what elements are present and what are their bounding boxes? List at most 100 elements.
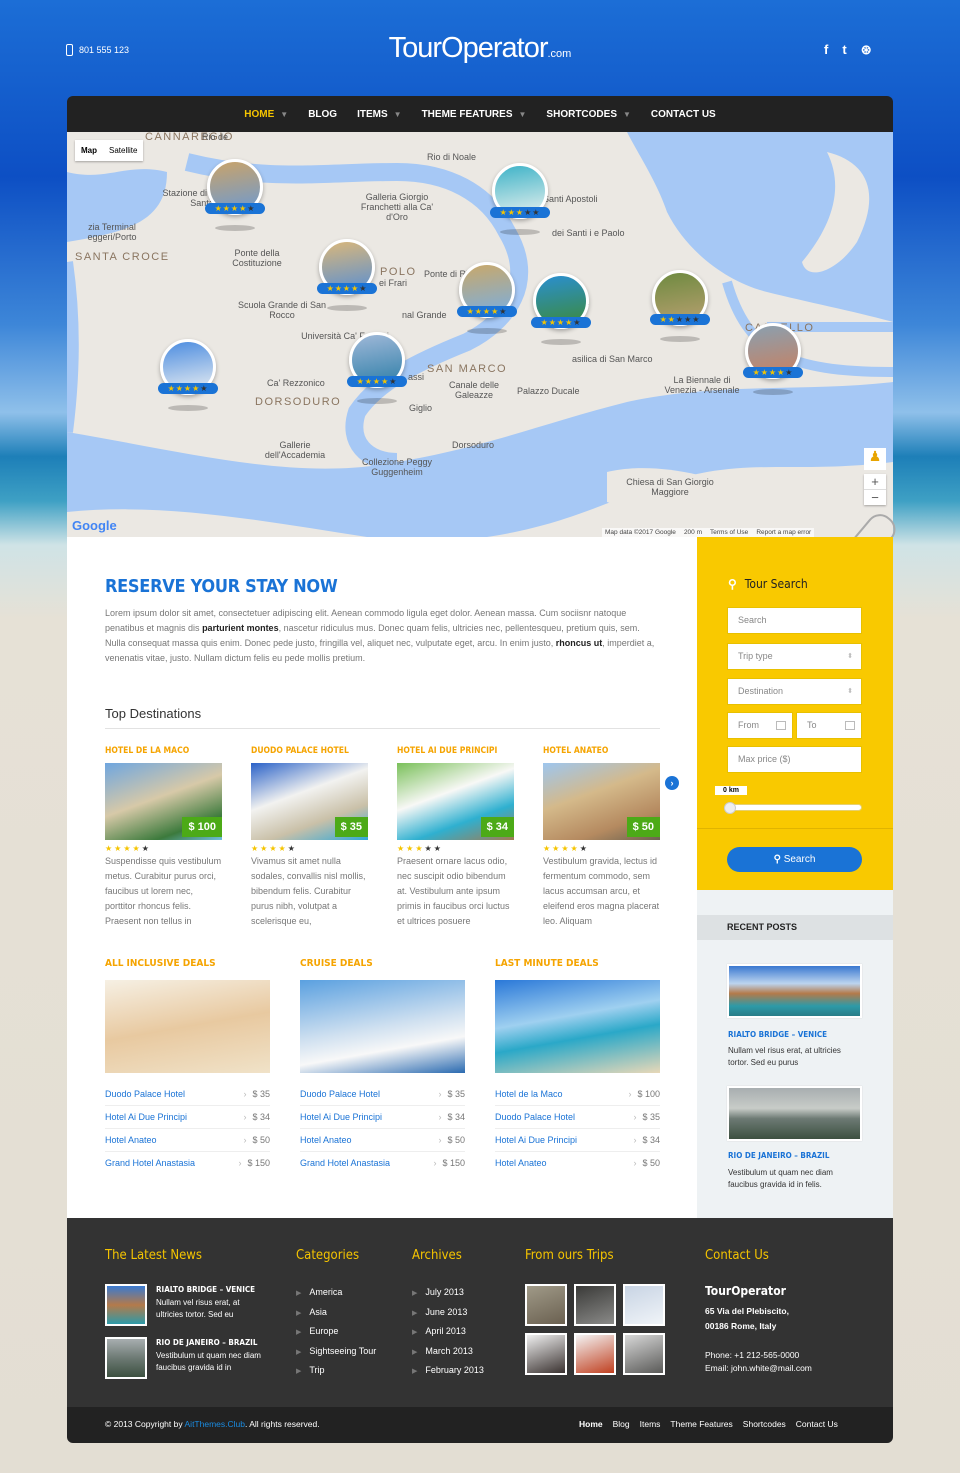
search-input[interactable]: Search <box>727 607 862 634</box>
hotel-image[interactable]: $ 50 <box>543 763 660 840</box>
terms-link[interactable]: Terms of Use <box>710 529 748 536</box>
footer-link-blog[interactable]: Blog <box>613 1419 630 1429</box>
news-thumbnail[interactable] <box>105 1337 147 1379</box>
trip-thumbnail[interactable] <box>623 1284 665 1326</box>
deal-row[interactable]: Hotel Ai Due Principi › $ 34 <box>495 1129 660 1152</box>
nav-item-contact-us[interactable]: CONTACT US <box>641 109 726 120</box>
hotel-name[interactable]: DUODO PALACE HOTEL <box>251 746 368 763</box>
news-item[interactable]: RIO DE JANEIRO – BRAZIL Vestibulum ut qua… <box>105 1337 266 1379</box>
hotel-name[interactable]: HOTEL DE LA MACO <box>105 746 222 763</box>
max-price-input[interactable]: Max price ($) <box>727 746 862 773</box>
footer-link-items[interactable]: Items <box>640 1419 661 1429</box>
deal-hotel-link[interactable]: Hotel Anateo <box>495 1152 547 1175</box>
deal-hotel-link[interactable]: Grand Hotel Anastasia <box>105 1152 195 1175</box>
archive-link[interactable]: ▶ March 2013 <box>412 1343 484 1363</box>
from-date-input[interactable]: From <box>727 712 793 739</box>
category-link[interactable]: ▶ America <box>296 1284 376 1304</box>
hotel-image[interactable]: $ 34 <box>397 763 514 840</box>
deal-row[interactable]: Hotel Anateo › $ 50 <box>105 1129 270 1152</box>
post-title[interactable]: RIO DE JANEIRO – BRAZIL <box>728 1151 829 1160</box>
deal-hotel-link[interactable]: Hotel Ai Due Principi <box>105 1106 187 1128</box>
deal-row[interactable]: Hotel Anateo › $ 50 <box>300 1129 465 1152</box>
slider-handle[interactable] <box>724 802 736 814</box>
dribbble-icon[interactable]: ⊛ <box>861 42 872 58</box>
trip-thumbnail[interactable] <box>574 1284 616 1326</box>
search-button[interactable]: ⚲ Search <box>727 847 862 872</box>
zoom-in-button[interactable]: + <box>864 474 886 490</box>
deal-hotel-link[interactable]: Hotel de la Maco <box>495 1083 563 1105</box>
footer-link-home[interactable]: Home <box>579 1419 603 1429</box>
deal-hotel-link[interactable]: Grand Hotel Anastasia <box>300 1152 390 1175</box>
archive-link[interactable]: ▶ April 2013 <box>412 1323 484 1343</box>
map-marker[interactable]: ★★★★★ <box>317 239 377 319</box>
news-title[interactable]: RIO DE JANEIRO – BRAZIL <box>156 1338 266 1347</box>
hotel-name[interactable]: HOTEL AI DUE PRINCIPI <box>397 746 514 763</box>
report-link[interactable]: Report a map error <box>756 529 811 536</box>
category-link[interactable]: ▶ Trip <box>296 1362 376 1382</box>
deal-hotel-link[interactable]: Duodo Palace Hotel <box>300 1083 380 1105</box>
hotel-name[interactable]: HOTEL ANATEO <box>543 746 660 763</box>
archive-link[interactable]: ▶ June 2013 <box>412 1304 484 1324</box>
news-title[interactable]: RIALTO BRIDGE – VENICE <box>156 1285 266 1294</box>
map-marker[interactable]: ★★★★★ <box>457 262 517 342</box>
map-marker[interactable]: ★★★★★ <box>205 159 265 239</box>
trip-thumbnail[interactable] <box>525 1284 567 1326</box>
to-date-input[interactable]: To <box>796 712 862 739</box>
deal-row[interactable]: Hotel Anateo › $ 50 <box>495 1152 660 1175</box>
deal-row[interactable]: Hotel Ai Due Principi › $ 34 <box>105 1106 270 1129</box>
news-item[interactable]: RIALTO BRIDGE – VENICE Nullam vel risus e… <box>105 1284 266 1326</box>
footer-link-contact-us[interactable]: Contact Us <box>796 1419 838 1429</box>
category-link[interactable]: ▶ Sightseeing Tour <box>296 1343 376 1363</box>
twitter-icon[interactable]: t <box>842 42 846 58</box>
map-type-map[interactable]: Map <box>75 140 103 161</box>
deal-hotel-link[interactable]: Hotel Ai Due Principi <box>300 1106 382 1128</box>
deal-image[interactable] <box>300 980 465 1073</box>
copyright-link[interactable]: AitThemes.Club <box>185 1419 245 1429</box>
nav-item-items[interactable]: ITEMS ▼ <box>347 109 411 120</box>
calendar-icon[interactable] <box>776 721 786 730</box>
nav-item-home[interactable]: HOME ▼ <box>234 109 298 120</box>
map-marker[interactable]: ★★★★★ <box>743 323 803 403</box>
deal-hotel-link[interactable]: Hotel Ai Due Principi <box>495 1129 577 1151</box>
facebook-icon[interactable]: f <box>824 42 828 58</box>
deal-row[interactable]: Hotel de la Maco › $ 100 <box>495 1083 660 1106</box>
category-link[interactable]: ▶ Asia <box>296 1304 376 1324</box>
deal-hotel-link[interactable]: Hotel Anateo <box>105 1129 157 1151</box>
trip-thumbnail[interactable] <box>574 1333 616 1375</box>
deal-hotel-link[interactable]: Hotel Anateo <box>300 1129 352 1151</box>
chevron-right-icon[interactable]: › <box>665 776 679 790</box>
archive-link[interactable]: ▶ July 2013 <box>412 1284 484 1304</box>
rio-de-janeiro-image[interactable] <box>727 1086 862 1141</box>
map[interactable]: CANNAREGIO SANTA CROCE POLO SAN MARCO DORSOD… <box>67 132 893 537</box>
deal-hotel-link[interactable]: Duodo Palace Hotel <box>105 1083 185 1105</box>
map-marker[interactable]: ★★★★★ <box>490 163 550 243</box>
map-type-satellite[interactable]: Satellite <box>103 140 143 161</box>
footer-link-theme-features[interactable]: Theme Features <box>670 1419 732 1429</box>
deal-row[interactable]: Hotel Ai Due Principi › $ 34 <box>300 1106 465 1129</box>
post-title[interactable]: RIALTO BRIDGE – VENICE <box>728 1030 827 1039</box>
archive-link[interactable]: ▶ February 2013 <box>412 1362 484 1382</box>
calendar-icon[interactable] <box>845 721 855 730</box>
map-marker[interactable]: ★★★★★ <box>650 270 710 350</box>
deal-row[interactable]: Grand Hotel Anastasia › $ 150 <box>300 1152 465 1175</box>
footer-link-shortcodes[interactable]: Shortcodes <box>743 1419 786 1429</box>
street-view-pegman-icon[interactable]: ♟ <box>864 448 886 470</box>
zoom-out-button[interactable]: − <box>864 490 886 505</box>
trip-thumbnail[interactable] <box>623 1333 665 1375</box>
map-marker[interactable]: ★★★★★ <box>158 339 218 419</box>
map-marker[interactable]: ★★★★★ <box>347 332 407 412</box>
hotel-image[interactable]: $ 100 <box>105 763 222 840</box>
deal-row[interactable]: Duodo Palace Hotel › $ 35 <box>495 1106 660 1129</box>
trip-thumbnail[interactable] <box>525 1333 567 1375</box>
deal-row[interactable]: Duodo Palace Hotel › $ 35 <box>300 1083 465 1106</box>
rialto-bridge-image[interactable] <box>727 964 862 1018</box>
logo[interactable]: TourOperator.com <box>0 32 960 65</box>
distance-slider[interactable] <box>727 804 862 811</box>
nav-item-shortcodes[interactable]: SHORTCODES ▼ <box>536 109 640 120</box>
deal-hotel-link[interactable]: Duodo Palace Hotel <box>495 1106 575 1128</box>
deal-row[interactable]: Grand Hotel Anastasia › $ 150 <box>105 1152 270 1175</box>
nav-item-blog[interactable]: BLOG <box>298 109 347 120</box>
deal-image[interactable] <box>495 980 660 1073</box>
news-thumbnail[interactable] <box>105 1284 147 1326</box>
hotel-image[interactable]: $ 35 <box>251 763 368 840</box>
